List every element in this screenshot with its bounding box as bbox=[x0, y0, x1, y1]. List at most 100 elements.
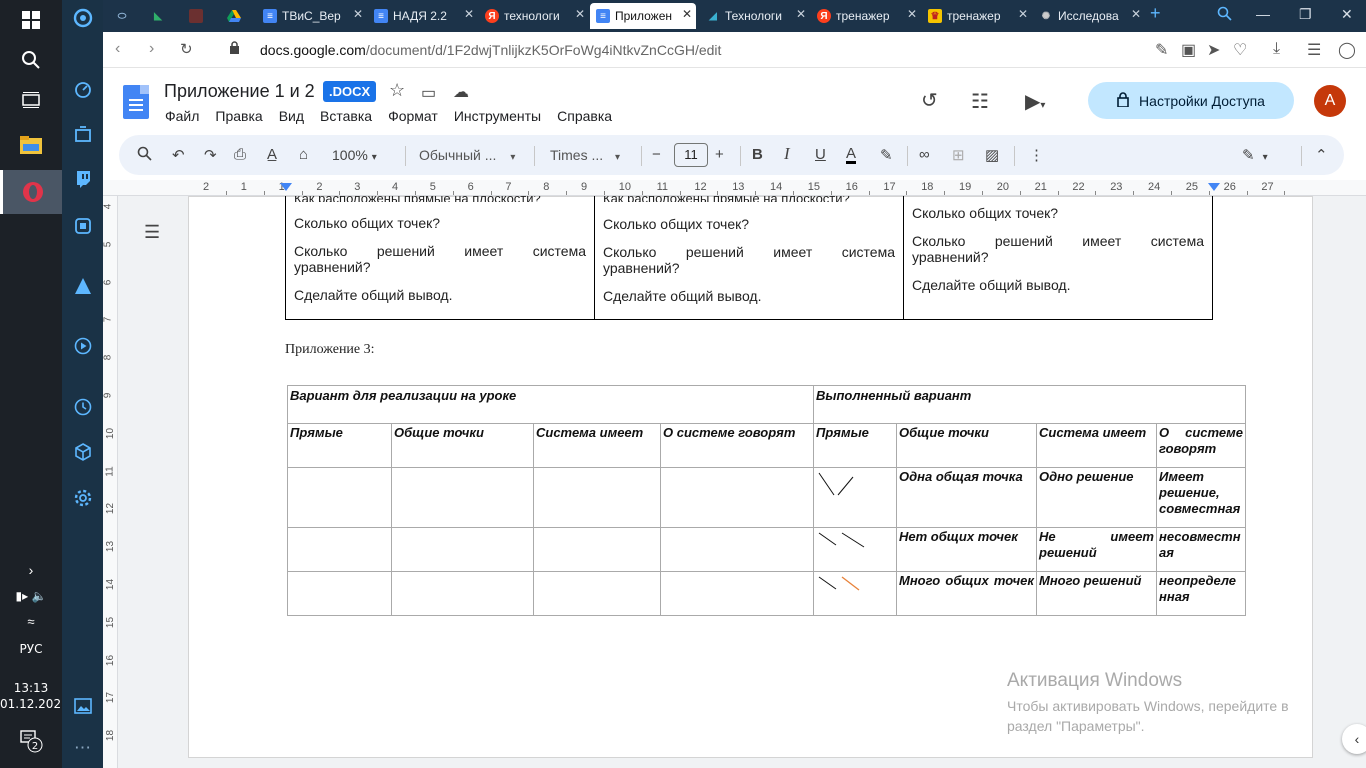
right-indent-marker[interactable] bbox=[1208, 183, 1220, 191]
gallery-icon[interactable] bbox=[62, 688, 103, 724]
clock-date[interactable]: 01.12.2023 bbox=[0, 697, 69, 711]
tab-nadya[interactable]: ≡ НАДЯ 2.2 ✕ bbox=[368, 3, 478, 29]
document-title[interactable]: Приложение 1 и 2 bbox=[164, 81, 315, 102]
table-cell[interactable] bbox=[391, 527, 534, 572]
file-explorer-icon[interactable] bbox=[0, 125, 62, 165]
speed-dial-icon[interactable] bbox=[62, 72, 103, 108]
tab-search-icon[interactable] bbox=[1217, 6, 1232, 24]
row3-system[interactable]: Много решений bbox=[1036, 571, 1157, 616]
aria-ai-icon[interactable] bbox=[62, 208, 103, 244]
highlight-icon[interactable]: ✎ bbox=[880, 146, 893, 164]
left-indent-marker[interactable] bbox=[280, 183, 292, 191]
table-cell[interactable] bbox=[391, 467, 534, 528]
opera-taskbar-icon[interactable] bbox=[0, 170, 62, 214]
tab-tvis[interactable]: ≡ ТВиС_Вер ✕ bbox=[257, 3, 367, 29]
meet-camera-icon[interactable]: ▶︎▾ bbox=[1025, 89, 1045, 114]
parallel-lines-drawing[interactable] bbox=[813, 527, 897, 572]
font-size-input[interactable]: 11 bbox=[674, 143, 708, 167]
clock-time[interactable]: 13:13 bbox=[0, 681, 62, 695]
col-header-system[interactable]: Система имеет bbox=[1036, 423, 1157, 468]
menu-tools[interactable]: Инструменты bbox=[454, 108, 541, 124]
table-cell[interactable] bbox=[287, 527, 392, 572]
table-cell[interactable] bbox=[533, 527, 661, 572]
decrease-font-icon[interactable]: − bbox=[652, 146, 661, 163]
underline-icon[interactable]: U bbox=[815, 146, 826, 163]
side-panel-toggle-icon[interactable]: ‹ bbox=[1342, 724, 1366, 754]
language-indicator[interactable]: РУС bbox=[0, 642, 62, 656]
extensions-cube-icon[interactable] bbox=[62, 434, 103, 470]
version-history-icon[interactable]: ↺ bbox=[921, 88, 938, 113]
search-icon[interactable] bbox=[0, 40, 62, 80]
send-icon[interactable]: ➤ bbox=[1207, 40, 1220, 60]
close-icon[interactable]: ✕ bbox=[1131, 7, 1141, 21]
comments-icon[interactable]: ☷ bbox=[971, 89, 989, 114]
redo-icon[interactable]: ↷ bbox=[204, 146, 217, 164]
coincident-lines-drawing[interactable] bbox=[813, 571, 897, 616]
row1-points[interactable]: Одна общая точка bbox=[896, 467, 1037, 528]
window-close-icon[interactable]: ✕ bbox=[1341, 6, 1353, 23]
opera-logo-icon[interactable] bbox=[62, 0, 103, 36]
table-cell[interactable] bbox=[660, 571, 814, 616]
restore-icon[interactable]: ❐ bbox=[1299, 6, 1312, 23]
row2-points[interactable]: Нет общих точек bbox=[896, 527, 1037, 572]
forward-icon[interactable]: › bbox=[149, 40, 154, 58]
text-color-icon[interactable]: A bbox=[846, 146, 857, 164]
camera-icon[interactable]: ▣ bbox=[1181, 40, 1196, 60]
col-header-lines[interactable]: Прямые bbox=[813, 423, 897, 468]
increase-font-icon[interactable]: + bbox=[715, 146, 724, 163]
hide-menus-icon[interactable]: ⌃ bbox=[1315, 146, 1328, 164]
tab-trenazher-2[interactable]: ♛ тренажер ✕ bbox=[922, 3, 1032, 29]
minimize-icon[interactable]: — bbox=[1256, 6, 1270, 22]
table1-cell-3[interactable]: Сколько общих точек? Сколько решений имеет… bbox=[903, 196, 1213, 320]
menu-format[interactable]: Формат bbox=[388, 108, 438, 124]
document-outline-icon[interactable]: ☰ bbox=[144, 222, 160, 243]
print-icon[interactable]: ⎙ bbox=[234, 146, 246, 163]
history-icon[interactable] bbox=[62, 389, 103, 425]
windows-start-icon[interactable] bbox=[0, 0, 62, 40]
twitch-icon[interactable] bbox=[62, 161, 103, 197]
header-lesson-variant[interactable]: Вариант для реализации на уроке bbox=[287, 385, 814, 424]
col-header-verdict[interactable]: О системе говорят bbox=[660, 423, 814, 468]
tab-pinned-2[interactable]: ◣ bbox=[145, 3, 177, 29]
table1-cell-1[interactable]: Как расположены прямые на плоскости? Ско… bbox=[285, 196, 595, 320]
player-icon[interactable] bbox=[62, 328, 103, 364]
tab-pinned-3[interactable] bbox=[183, 3, 215, 29]
more-options-icon[interactable]: ⋮ bbox=[1029, 146, 1044, 164]
docs-logo-icon[interactable] bbox=[123, 85, 149, 119]
profile-icon[interactable]: ◯ bbox=[1338, 40, 1356, 60]
intersecting-lines-drawing[interactable] bbox=[813, 467, 897, 528]
tab-pinned-1[interactable]: ⬭ bbox=[109, 3, 141, 29]
download-icon[interactable]: ⤓ bbox=[1273, 40, 1280, 58]
tab-pinned-4[interactable] bbox=[221, 3, 253, 29]
row3-points[interactable]: Много общих точек bbox=[896, 571, 1037, 616]
settings-gear-icon[interactable] bbox=[62, 480, 103, 516]
table-cell[interactable] bbox=[660, 527, 814, 572]
close-icon[interactable]: ✕ bbox=[682, 7, 692, 21]
reload-icon[interactable]: ↻ bbox=[180, 40, 193, 58]
close-icon[interactable]: ✕ bbox=[1018, 7, 1028, 21]
tab-tech[interactable]: Ятехнологи ✕ bbox=[479, 3, 589, 29]
tab-active-prilozhenie[interactable]: ≡ Приложен ✕ bbox=[590, 3, 696, 29]
notification-center-icon[interactable]: 2 bbox=[0, 722, 62, 758]
new-tab-icon[interactable]: + bbox=[1150, 3, 1161, 24]
vertical-ruler[interactable]: 4 5 6 7 8 9 10 11 12 13 14 15 16 17 18 bbox=[102, 196, 118, 768]
col-header-verdict[interactable]: О системе говорят bbox=[1156, 423, 1246, 468]
arc-app-icon[interactable] bbox=[62, 268, 103, 304]
heart-icon[interactable]: ♡ bbox=[1233, 40, 1247, 60]
close-icon[interactable]: ✕ bbox=[907, 7, 917, 21]
table-cell[interactable] bbox=[660, 467, 814, 528]
lines-table[interactable]: Вариант для реализации на уроке Выполнен… bbox=[287, 385, 1246, 616]
menu-insert[interactable]: Вставка bbox=[320, 108, 372, 124]
edit-page-icon[interactable]: ✎ bbox=[1155, 40, 1168, 60]
close-icon[interactable]: ✕ bbox=[575, 7, 585, 21]
add-comment-icon[interactable]: ⊞ bbox=[952, 146, 965, 164]
row3-verdict[interactable]: неопределенная bbox=[1156, 571, 1246, 616]
search-menus-icon[interactable] bbox=[137, 146, 152, 165]
menu-view[interactable]: Вид bbox=[279, 108, 304, 124]
table1-cell-2[interactable]: Как расположены прямые на плоскости? Ско… bbox=[594, 196, 904, 320]
avatar[interactable]: A bbox=[1314, 85, 1346, 117]
font-select[interactable]: Times ... ▾ bbox=[550, 147, 620, 163]
col-header-lines[interactable]: Прямые bbox=[287, 423, 392, 468]
row1-system[interactable]: Одно решение bbox=[1036, 467, 1157, 528]
tab-trenazher-1[interactable]: Ятренажер ✕ bbox=[811, 3, 921, 29]
